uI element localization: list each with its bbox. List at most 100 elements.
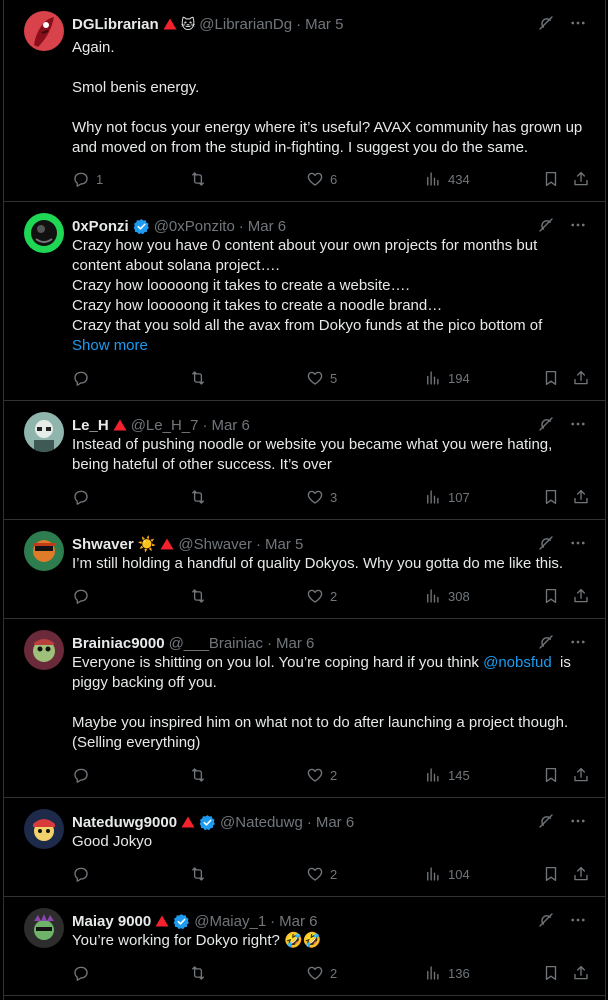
user-handle[interactable]: @Le_H_7: [131, 417, 199, 434]
share-button[interactable]: [572, 964, 590, 982]
avatar[interactable]: [24, 531, 64, 571]
tweet-actions: 1 6 434: [72, 170, 587, 190]
display-name[interactable]: Shwaver: [72, 536, 134, 553]
views-button[interactable]: 104: [424, 865, 470, 883]
more-options-icon[interactable]: [569, 633, 587, 651]
repost-button[interactable]: [189, 170, 213, 188]
views-button[interactable]: 434: [424, 170, 470, 188]
tweet-date[interactable]: Mar 5: [305, 16, 343, 33]
share-button[interactable]: [572, 865, 590, 883]
more-options-icon[interactable]: [569, 14, 587, 32]
display-name[interactable]: Brainiac9000: [72, 635, 165, 652]
display-name[interactable]: 0xPonzi: [72, 218, 129, 235]
bookmark-button[interactable]: [542, 587, 560, 605]
tweet-date[interactable]: Mar 6: [211, 417, 249, 434]
avatar[interactable]: [24, 908, 64, 948]
like-button[interactable]: 2: [306, 865, 337, 883]
reply-icon: [72, 369, 90, 387]
user-handle[interactable]: @0xPonzito: [154, 218, 235, 235]
more-options-icon[interactable]: [569, 216, 587, 234]
grok-icon[interactable]: [537, 415, 555, 433]
more-options-icon[interactable]: [569, 415, 587, 433]
tweet[interactable]: Le_H @Le_H_7 · Mar 6 Instead of pushing …: [4, 401, 605, 520]
tweet[interactable]: Brainiac9000 @___Brainiac · Mar 6 Everyo…: [4, 619, 605, 798]
grok-icon[interactable]: [537, 633, 555, 651]
tweet-date[interactable]: Mar 6: [248, 218, 286, 235]
reply-button[interactable]: [72, 865, 96, 883]
tweet[interactable]: DGLibrarian 🐱 @LibrarianDg · Mar 5 Again…: [4, 0, 605, 202]
tweet-date[interactable]: Mar 6: [276, 635, 314, 652]
more-options-icon[interactable]: [569, 911, 587, 929]
reply-button[interactable]: [72, 766, 96, 784]
reply-button[interactable]: 1: [72, 170, 103, 188]
share-button[interactable]: [572, 170, 590, 188]
user-handle[interactable]: @___Brainiac: [169, 635, 263, 652]
like-button[interactable]: 2: [306, 964, 337, 982]
bookmark-button[interactable]: [542, 170, 560, 188]
repost-button[interactable]: [189, 964, 213, 982]
repost-button[interactable]: [189, 766, 213, 784]
views-button[interactable]: 194: [424, 369, 470, 387]
views-button[interactable]: 136: [424, 964, 470, 982]
separator-dot: ·: [306, 813, 312, 831]
bookmark-button[interactable]: [542, 964, 560, 982]
user-handle[interactable]: @Shwaver: [178, 536, 252, 553]
user-handle[interactable]: @Nateduwg: [220, 814, 303, 831]
views-button[interactable]: 145: [424, 766, 470, 784]
repost-button[interactable]: [189, 369, 213, 387]
like-button[interactable]: 2: [306, 766, 337, 784]
display-name[interactable]: DGLibrarian: [72, 16, 159, 33]
views-button[interactable]: 107: [424, 488, 470, 506]
bookmark-button[interactable]: [542, 766, 560, 784]
share-button[interactable]: [572, 369, 590, 387]
repost-button[interactable]: [189, 865, 213, 883]
more-options-icon[interactable]: [569, 534, 587, 552]
grok-icon[interactable]: [537, 14, 555, 32]
tweet[interactable]: Shwaver ☀️ @Shwaver · Mar 5 I’m still ho…: [4, 520, 605, 619]
tweet[interactable]: Nateduwg9000 @Nateduwg · Mar 6 Good Joky…: [4, 798, 605, 897]
reply-button[interactable]: [72, 587, 96, 605]
grok-icon[interactable]: [537, 534, 555, 552]
share-button[interactable]: [572, 587, 590, 605]
tweet-date[interactable]: Mar 6: [316, 814, 354, 831]
grok-icon[interactable]: [537, 216, 555, 234]
user-handle[interactable]: @LibrarianDg: [199, 16, 292, 33]
avatar[interactable]: [24, 809, 64, 849]
repost-button[interactable]: [189, 488, 213, 506]
views-button[interactable]: 308: [424, 587, 470, 605]
bookmark-button[interactable]: [542, 865, 560, 883]
grok-icon[interactable]: [537, 812, 555, 830]
tweet[interactable]: Maiay 9000 @Maiay_1 · Mar 6 You’re worki…: [4, 897, 605, 996]
avatar[interactable]: [24, 213, 64, 253]
user-handle[interactable]: @Maiay_1: [194, 913, 266, 930]
avatar[interactable]: [24, 412, 64, 452]
reply-button[interactable]: [72, 488, 96, 506]
more-options-icon[interactable]: [569, 812, 587, 830]
share-icon: [572, 964, 590, 982]
heart-icon: [306, 587, 324, 605]
tweet-date[interactable]: Mar 6: [279, 913, 317, 930]
avatar[interactable]: [24, 11, 64, 51]
text-line: Why not focus your energy where it’s use…: [72, 119, 587, 156]
reply-button[interactable]: [72, 369, 96, 387]
like-button[interactable]: 5: [306, 369, 337, 387]
separator-dot: ·: [202, 416, 208, 434]
like-button[interactable]: 2: [306, 587, 337, 605]
grok-icon[interactable]: [537, 911, 555, 929]
show-more-link[interactable]: Show more: [72, 336, 587, 356]
bookmark-button[interactable]: [542, 488, 560, 506]
bookmark-button[interactable]: [542, 369, 560, 387]
repost-button[interactable]: [189, 587, 213, 605]
like-button[interactable]: 3: [306, 488, 337, 506]
avatar[interactable]: [24, 630, 64, 670]
display-name[interactable]: Maiay 9000: [72, 913, 151, 930]
display-name[interactable]: Nateduwg9000: [72, 814, 177, 831]
like-button[interactable]: 6: [306, 170, 337, 188]
tweet-date[interactable]: Mar 5: [265, 536, 303, 553]
tweet[interactable]: 0xPonzi @0xPonzito · Mar 6 Crazy how you…: [4, 202, 605, 401]
reply-button[interactable]: [72, 964, 96, 982]
display-name[interactable]: Le_H: [72, 417, 109, 434]
mention-link[interactable]: @nobsfud: [483, 654, 552, 671]
share-button[interactable]: [572, 488, 590, 506]
share-button[interactable]: [572, 766, 590, 784]
